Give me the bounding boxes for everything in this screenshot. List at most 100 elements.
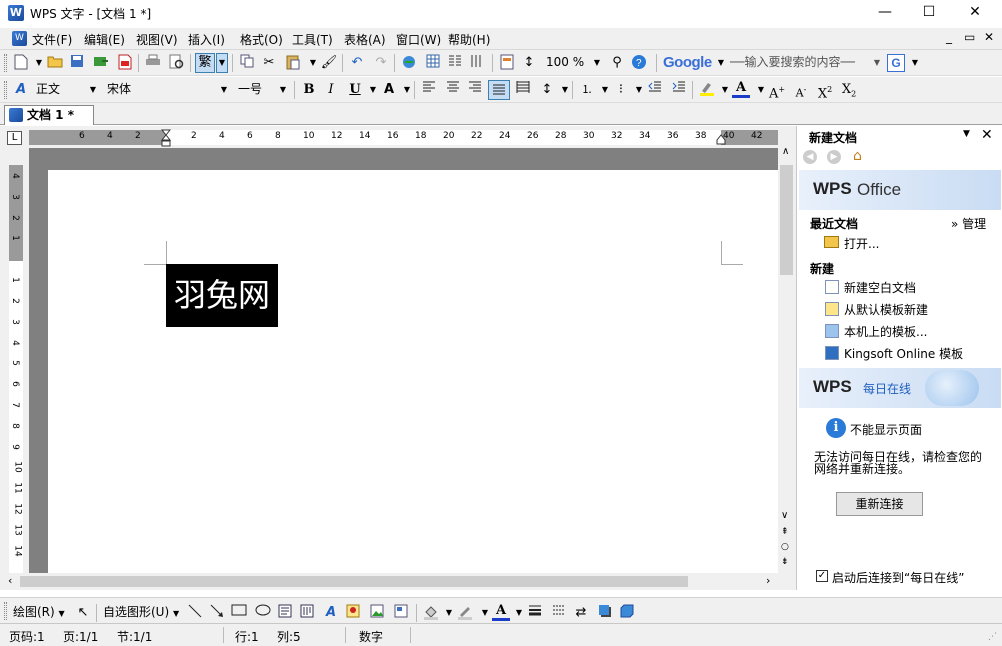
arrow-style-icon[interactable]: ⇄ xyxy=(572,604,590,622)
insert-picture-icon[interactable] xyxy=(368,604,386,622)
align-left-icon[interactable] xyxy=(420,81,438,99)
font-select[interactable]: 宋体 ▼ xyxy=(103,80,231,99)
align-right-icon[interactable] xyxy=(466,81,484,99)
search-options-dropdown-icon[interactable]: ▼ xyxy=(906,54,924,72)
menu-table[interactable]: 表格(A) xyxy=(344,31,386,48)
redo-icon[interactable]: ↷ xyxy=(372,54,390,72)
arrow-icon[interactable] xyxy=(208,604,226,622)
forward-icon[interactable]: ▶ xyxy=(827,150,841,164)
close-button[interactable]: ✕ xyxy=(952,0,998,26)
doc-minimize-button[interactable]: _ xyxy=(946,30,952,44)
minimize-button[interactable]: — xyxy=(862,0,908,26)
send-mail-icon[interactable] xyxy=(92,54,110,72)
toolbar-grip[interactable] xyxy=(4,602,7,620)
grow-font-icon[interactable]: A+ xyxy=(768,81,786,101)
draw-table-icon[interactable] xyxy=(468,54,486,72)
highlight-icon[interactable] xyxy=(698,81,716,99)
menu-view[interactable]: 视图(V) xyxy=(136,31,178,48)
autoshapes-menu-button[interactable]: 自选图形(U) ▼ xyxy=(103,603,179,620)
copy-icon[interactable] xyxy=(238,54,256,72)
wordart-icon[interactable]: A xyxy=(322,604,340,622)
subscript-icon[interactable]: X2 xyxy=(840,81,858,99)
superscript-icon[interactable]: X2 xyxy=(816,81,834,101)
vertical-scroll-thumb[interactable] xyxy=(780,165,793,275)
menu-tools[interactable]: 工具(T) xyxy=(292,31,333,48)
right-indent-marker[interactable] xyxy=(716,134,726,145)
previous-page-icon[interactable]: ⇞ xyxy=(781,527,789,537)
next-page-icon[interactable]: ⇟ xyxy=(781,557,789,567)
fill-color-icon[interactable] xyxy=(422,604,440,622)
local-templates-link[interactable]: 本机上的模板... xyxy=(844,323,927,340)
home-icon[interactable]: ⌂ xyxy=(853,148,862,164)
scroll-down-icon[interactable]: ∨ xyxy=(781,510,788,521)
line-style-icon[interactable] xyxy=(526,604,544,622)
menu-file[interactable]: 文件(F) xyxy=(32,31,72,48)
bullets-icon[interactable]: ⁝ xyxy=(612,81,630,99)
select-objects-icon[interactable]: ↖ xyxy=(74,604,92,622)
line-spacing-icon[interactable]: ↕ xyxy=(538,81,556,99)
insert-table-icon[interactable] xyxy=(424,54,442,72)
reconnect-button[interactable]: 重新连接 xyxy=(836,492,923,516)
open-folder-icon[interactable] xyxy=(46,54,64,72)
document-tab[interactable]: 文档 1 * xyxy=(4,105,94,125)
open-link[interactable]: 打开... xyxy=(844,235,879,252)
scroll-left-icon[interactable]: ‹ xyxy=(8,574,12,587)
justify-icon[interactable] xyxy=(488,80,510,100)
font-color-icon[interactable]: A xyxy=(732,81,750,98)
online-templates-link[interactable]: Kingsoft Online 模板 xyxy=(844,345,963,362)
find-binoculars-icon[interactable]: ⚲ xyxy=(608,54,626,72)
clip-art-icon[interactable] xyxy=(344,604,362,622)
toolbar-grip[interactable] xyxy=(4,54,7,72)
new-blank-document-link[interactable]: 新建空白文档 xyxy=(844,279,916,296)
maximize-button[interactable]: ☐ xyxy=(906,0,952,26)
manage-link[interactable]: » 管理 xyxy=(951,215,986,232)
scroll-up-icon[interactable]: ∧ xyxy=(782,146,789,157)
line-icon[interactable] xyxy=(186,604,204,622)
toolbar-grip[interactable] xyxy=(4,81,7,99)
vertical-text-box-icon[interactable] xyxy=(298,604,316,622)
line-color-icon[interactable] xyxy=(456,604,474,622)
resize-grip-icon[interactable]: ⋰ xyxy=(988,632,997,642)
columns-icon[interactable] xyxy=(446,54,464,72)
indent-marker[interactable] xyxy=(160,129,172,147)
dash-style-icon[interactable] xyxy=(550,604,568,622)
menu-help[interactable]: 帮助(H) xyxy=(448,31,490,48)
horizontal-scroll-thumb[interactable] xyxy=(20,576,688,587)
increase-indent-icon[interactable] xyxy=(670,81,688,99)
text-box-icon[interactable] xyxy=(276,604,294,622)
traditional-dropdown-icon[interactable]: ▼ xyxy=(216,53,228,73)
task-pane-close-icon[interactable]: ✕ xyxy=(981,127,993,143)
menu-format[interactable]: 格式(O) xyxy=(240,31,283,48)
show-formatting-icon[interactable]: ↕ xyxy=(520,54,538,72)
style-select[interactable]: 正文 ▼ xyxy=(32,80,100,99)
font-color-icon[interactable]: A xyxy=(492,604,510,621)
rectangle-icon[interactable] xyxy=(230,604,248,622)
underline-icon[interactable]: U xyxy=(346,81,364,99)
text-box[interactable]: 羽兔网 xyxy=(166,264,278,327)
vertical-ruler[interactable]: 4 3 2 1 1 2 3 4 5 6 7 8 9 10 11 12 13 14 xyxy=(9,165,23,573)
help-icon[interactable]: ? xyxy=(630,54,648,72)
back-icon[interactable]: ◀ xyxy=(803,150,817,164)
draw-menu-button[interactable]: 绘图(R) ▼ xyxy=(13,603,65,620)
startup-connect-checkbox[interactable]: ✓ xyxy=(816,570,828,582)
paste-icon[interactable] xyxy=(284,54,302,72)
document-page[interactable] xyxy=(48,170,778,573)
numbering-icon[interactable]: ⒈ xyxy=(578,81,596,99)
tab-stop-selector[interactable]: L xyxy=(7,131,22,145)
bold-icon[interactable]: B xyxy=(300,81,318,99)
document-map-icon[interactable] xyxy=(498,54,516,72)
align-center-icon[interactable] xyxy=(444,81,462,99)
insert-object-icon[interactable] xyxy=(392,604,410,622)
search-input[interactable]: ──输入要搜索的内容── ▼ xyxy=(726,53,884,72)
distribute-icon[interactable] xyxy=(514,81,532,99)
print-icon[interactable] xyxy=(144,54,162,72)
doc-restore-button[interactable]: ▭ xyxy=(964,30,975,44)
scroll-right-icon[interactable]: › xyxy=(766,574,770,587)
select-browse-object-icon[interactable]: ○ xyxy=(781,542,789,552)
export-pdf-icon[interactable] xyxy=(116,54,134,72)
new-from-default-template-link[interactable]: 从默认模板新建 xyxy=(844,301,928,318)
3d-style-icon[interactable] xyxy=(618,604,636,622)
italic-icon[interactable]: I xyxy=(322,81,340,99)
save-icon[interactable] xyxy=(68,54,86,72)
horizontal-ruler[interactable]: 6 4 2 2 4 6 8 10 12 14 16 18 20 22 24 26 28 30 32 34 36 38 40 4… xyxy=(29,130,778,145)
